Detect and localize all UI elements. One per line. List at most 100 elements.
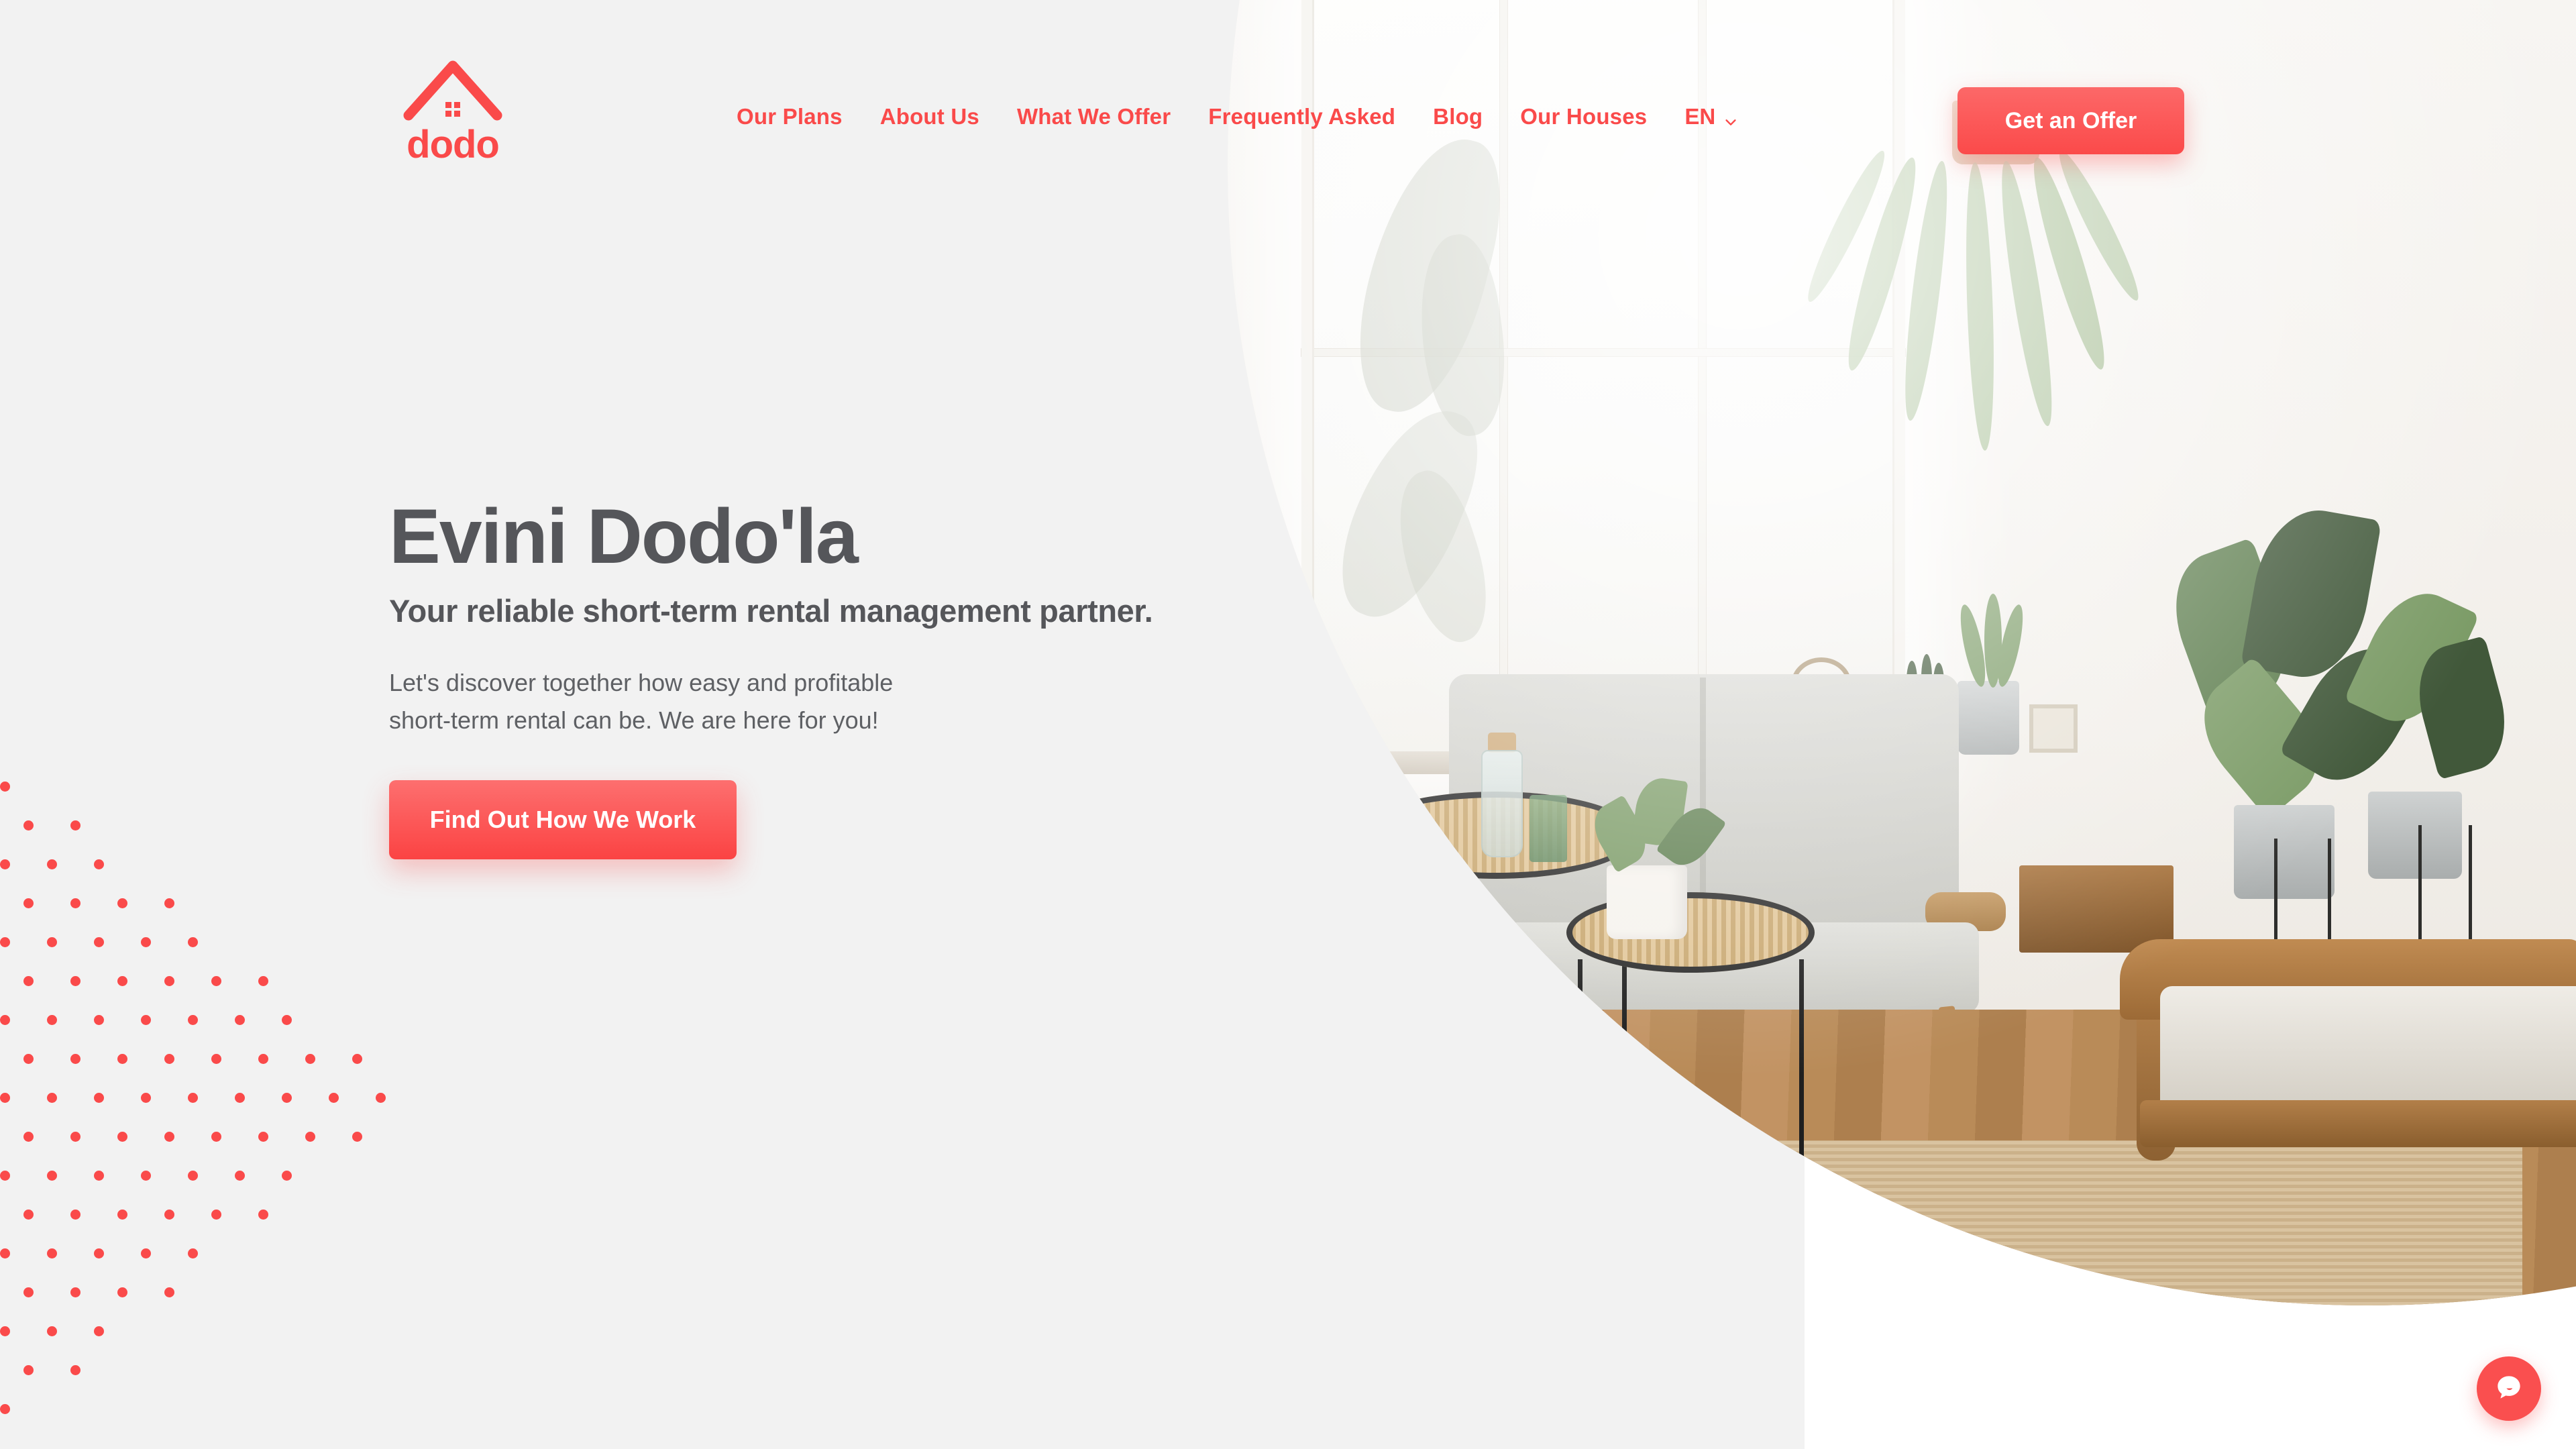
decor-dot	[47, 937, 57, 947]
house-chevron-icon	[399, 54, 506, 124]
decor-dot	[70, 1210, 80, 1220]
decor-dot	[188, 937, 198, 947]
decor-dot	[164, 898, 174, 908]
decor-dot	[94, 1171, 104, 1181]
decor-dot	[0, 1248, 10, 1258]
decor-dot	[94, 1326, 104, 1336]
decor-dot	[164, 1287, 174, 1297]
decor-dot	[23, 1132, 34, 1142]
decor-dot	[258, 1054, 268, 1064]
decor-dot	[94, 1015, 104, 1025]
decor-dot	[117, 1054, 127, 1064]
decor-dot	[47, 1171, 57, 1181]
decor-dot	[305, 1132, 315, 1142]
decor-dot	[117, 976, 127, 986]
decor-dot	[0, 859, 10, 869]
decor-dot	[70, 898, 80, 908]
decor-dot	[23, 820, 34, 830]
decor-dot	[282, 1171, 292, 1181]
decor-dot	[164, 1210, 174, 1220]
decor-dot	[70, 820, 80, 830]
language-selector[interactable]: EN	[1684, 104, 1738, 129]
chat-bubble-icon	[2492, 1371, 2526, 1407]
decor-dot	[23, 976, 34, 986]
nav-item-our-houses[interactable]: Our Houses	[1520, 104, 1647, 129]
decor-dot	[47, 1248, 57, 1258]
decor-dot	[282, 1015, 292, 1025]
decor-dot	[70, 1054, 80, 1064]
brand-logo[interactable]: dodo	[399, 54, 506, 166]
decor-dot	[0, 1015, 10, 1025]
nav-item-blog[interactable]: Blog	[1433, 104, 1483, 129]
decor-dot	[235, 1171, 245, 1181]
decor-dot	[70, 1365, 80, 1375]
decor-dot	[164, 1132, 174, 1142]
decor-dot	[141, 1093, 151, 1103]
decor-dot	[23, 898, 34, 908]
decor-dot	[0, 1326, 10, 1336]
decor-dot	[211, 1210, 221, 1220]
decor-dot	[235, 1093, 245, 1103]
get-an-offer-button[interactable]: Get an Offer	[1957, 87, 2184, 154]
hero-body: Let's discover together how easy and pro…	[389, 668, 894, 734]
decor-dot	[258, 1132, 268, 1142]
decor-dot	[211, 976, 221, 986]
brand-name: dodo	[407, 123, 500, 166]
decor-dot	[211, 1132, 221, 1142]
decor-dot	[117, 1132, 127, 1142]
decor-dot	[117, 898, 127, 908]
dot-pattern-decoration	[0, 782, 416, 1446]
decor-dot	[282, 1093, 292, 1103]
decor-dot	[235, 1015, 245, 1025]
decor-dot	[376, 1093, 386, 1103]
decor-dot	[141, 1015, 151, 1025]
decor-dot	[141, 937, 151, 947]
hero-title: Evini Dodo'la	[389, 494, 859, 580]
decor-dot	[94, 1248, 104, 1258]
nav-item-our-plans[interactable]: Our Plans	[737, 104, 843, 129]
decor-dot	[164, 976, 174, 986]
decor-dot	[70, 1287, 80, 1297]
decor-dot	[188, 1015, 198, 1025]
decor-dot	[352, 1132, 362, 1142]
decor-dot	[0, 1093, 10, 1103]
nav-item-what-we-offer[interactable]: What We Offer	[1017, 104, 1171, 129]
decor-dot	[70, 1132, 80, 1142]
decor-dot	[47, 1326, 57, 1336]
decor-dot	[141, 1248, 151, 1258]
decor-dot	[188, 1248, 198, 1258]
decor-dot	[0, 937, 10, 947]
decor-dot	[117, 1287, 127, 1297]
decor-dot	[329, 1093, 339, 1103]
decor-dot	[258, 976, 268, 986]
decor-dot	[23, 1287, 34, 1297]
decor-dot	[70, 976, 80, 986]
decor-dot	[0, 1171, 10, 1181]
decor-dot	[0, 782, 10, 792]
decor-dot	[188, 1093, 198, 1103]
nav-item-about-us[interactable]: About Us	[880, 104, 979, 129]
nav-item-frequently-asked[interactable]: Frequently Asked	[1208, 104, 1395, 129]
decor-dot	[0, 1404, 10, 1414]
decor-dot	[164, 1054, 174, 1064]
main-navigation: Our Plans About Us What We Offer Frequen…	[737, 104, 1738, 129]
hero-section: Evini Dodo'la Your reliable short-term r…	[389, 494, 1261, 860]
decor-dot	[94, 937, 104, 947]
decor-dot	[352, 1054, 362, 1064]
decor-dot	[258, 1210, 268, 1220]
decor-dot	[23, 1365, 34, 1375]
decor-dot	[23, 1054, 34, 1064]
site-header: dodo Our Plans About Us What We Offer Fr…	[0, 0, 2576, 168]
decor-dot	[94, 1093, 104, 1103]
hero-subtitle: Your reliable short-term rental manageme…	[389, 592, 1153, 629]
decor-dot	[23, 1210, 34, 1220]
language-label: EN	[1684, 104, 1716, 129]
decor-dot	[305, 1054, 315, 1064]
decor-dot	[47, 1093, 57, 1103]
chevron-down-icon	[1723, 109, 1738, 125]
decor-dot	[94, 859, 104, 869]
decor-dot	[117, 1210, 127, 1220]
chat-widget-button[interactable]	[2477, 1356, 2541, 1421]
decor-dot	[47, 859, 57, 869]
find-out-how-we-work-button[interactable]: Find Out How We Work	[389, 780, 737, 860]
